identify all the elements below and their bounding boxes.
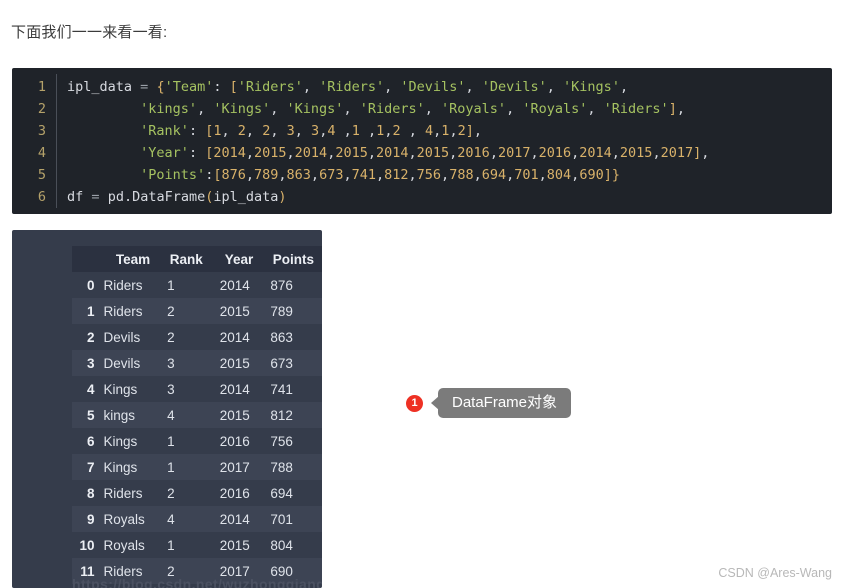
dataframe-table-body: 0 Riders 1 2014 876 1 Riders 2 2015 789 2 Devils 2 20… — [72, 272, 322, 584]
table-cell-team: Riders — [103, 485, 143, 501]
table-header-row: Team Rank Year Points — [72, 246, 322, 272]
table-row: 6 Kings 1 2016 756 — [72, 428, 322, 454]
table-row: 0 Riders 1 2014 876 — [72, 272, 322, 298]
code-line-number: 6 — [37, 189, 46, 205]
table-cell-rank: 4 — [167, 407, 175, 423]
table-cell-rank: 3 — [167, 355, 175, 371]
table-cell-team: Kings — [103, 459, 138, 475]
dataframe-table: Team Rank Year Points 0 Riders 1 2014 876 1 Ri… — [72, 246, 322, 584]
code-line: 'Rank': [1, 2, 2, 3, 3,4 ,1 ,1,2 , 4,1,2… — [140, 123, 482, 139]
code-line-number: 2 — [37, 101, 46, 117]
intro-text: 下面我们一一来看一看: — [11, 24, 168, 41]
table-cell-points: 789 — [270, 303, 293, 319]
code-line: 'Year': [2014,2015,2014,2015,2014,2015,2… — [140, 145, 710, 161]
table-cell-index: 8 — [86, 485, 95, 501]
table-cell-year: 2015 — [219, 407, 250, 423]
code-line: df = pd.DataFrame(ipl_data) — [67, 189, 287, 205]
table-cell-points: 701 — [270, 511, 293, 527]
table-cell-index: 10 — [79, 537, 95, 553]
dataframe-table-head: Team Rank Year Points — [72, 246, 322, 272]
code-content[interactable]: ipl_data = {'Team': ['Riders', 'Riders',… — [57, 68, 832, 214]
table-cell-team: Kings — [103, 433, 138, 449]
table-cell-team: Devils — [103, 329, 141, 345]
column-header-index — [72, 246, 94, 272]
table-cell-year: 2015 — [219, 303, 250, 319]
code-line-numbers: 1 2 3 4 5 6 — [12, 68, 56, 214]
watermark-url: https://blog.csdn.net/wuzhongqiang — [72, 576, 322, 588]
column-header-team: Team — [115, 251, 151, 267]
table-cell-points: 812 — [270, 407, 293, 423]
table-cell-index: 5 — [86, 407, 95, 423]
table-cell-index: 4 — [86, 381, 95, 397]
table-cell-rank: 1 — [167, 277, 175, 293]
table-cell-year: 2017 — [219, 459, 250, 475]
table-cell-rank: 3 — [167, 381, 175, 397]
table-cell-index: 2 — [86, 329, 95, 345]
callout-label: DataFrame对象 — [438, 388, 572, 418]
code-line-number: 3 — [37, 123, 46, 139]
table-cell-year: 2016 — [219, 433, 250, 449]
table-cell-points: 756 — [270, 433, 293, 449]
table-cell-year: 2014 — [219, 277, 250, 293]
table-cell-index: 9 — [86, 511, 95, 527]
table-cell-team: Kings — [103, 381, 138, 397]
table-cell-points: 876 — [270, 277, 293, 293]
table-row: 1 Riders 2 2015 789 — [72, 298, 322, 324]
table-cell-team: Royals — [103, 537, 145, 553]
table-cell-rank: 2 — [167, 329, 175, 345]
code-line-number: 5 — [37, 167, 46, 183]
table-cell-team: Devils — [103, 355, 141, 371]
annotation-callout-1: 1 DataFrame对象 — [406, 388, 572, 418]
table-cell-rank: 1 — [167, 459, 175, 475]
table-cell-points: 741 — [270, 381, 293, 397]
table-row: 8 Riders 2 2016 694 — [72, 480, 322, 506]
column-header-points: Points — [272, 251, 314, 267]
table-cell-points: 863 — [270, 329, 293, 345]
table-cell-rank: 1 — [167, 433, 175, 449]
table-row: 9 Royals 4 2014 701 — [72, 506, 322, 532]
table-cell-points: 694 — [270, 485, 293, 501]
table-cell-index: 1 — [86, 303, 95, 319]
table-row: 4 Kings 3 2014 741 — [72, 376, 322, 402]
code-line-number: 1 — [37, 79, 46, 95]
dataframe-output-panel: Team Rank Year Points 0 Riders 1 2014 876 1 Ri… — [12, 230, 322, 588]
table-cell-rank: 4 — [167, 511, 175, 527]
table-row: 3 Devils 3 2015 673 — [72, 350, 322, 376]
table-cell-points: 673 — [270, 355, 293, 371]
code-line: 'Points':[876,789,863,673,741,812,756,78… — [140, 167, 620, 183]
code-line: ipl_data = {'Team': ['Riders', 'Riders',… — [67, 79, 629, 95]
table-cell-team: Royals — [103, 511, 145, 527]
table-cell-team: Riders — [103, 303, 143, 319]
column-header-rank: Rank — [169, 251, 203, 267]
table-row: 2 Devils 2 2014 863 — [72, 324, 322, 350]
table-cell-team: kings — [103, 407, 135, 423]
table-cell-index: 0 — [86, 277, 95, 293]
table-cell-year: 2014 — [219, 511, 250, 527]
table-cell-rank: 2 — [167, 303, 175, 319]
table-cell-year: 2015 — [219, 355, 250, 371]
table-cell-year: 2015 — [219, 537, 250, 553]
table-cell-rank: 2 — [167, 485, 175, 501]
code-block: 1 2 3 4 5 6 ipl_data = {'Team': ['Riders', 'R… — [12, 68, 832, 214]
table-cell-year: 2014 — [219, 381, 250, 397]
table-cell-index: 7 — [86, 459, 95, 475]
table-cell-team: Riders — [103, 277, 143, 293]
code-line: 'kings', 'Kings', 'Kings', 'Riders', 'Ro… — [140, 101, 685, 117]
table-row: 10 Royals 1 2015 804 — [72, 532, 322, 558]
table-cell-index: 6 — [86, 433, 95, 449]
table-cell-points: 788 — [270, 459, 293, 475]
column-header-year: Year — [224, 251, 254, 267]
table-cell-year: 2016 — [219, 485, 250, 501]
table-row: 7 Kings 1 2017 788 — [72, 454, 322, 480]
table-cell-rank: 1 — [167, 537, 175, 553]
code-line-number: 4 — [37, 145, 46, 161]
callout-number-badge: 1 — [406, 394, 423, 412]
watermark-csdn: CSDN @Ares-Wang — [718, 566, 832, 580]
table-row: 5 kings 4 2015 812 — [72, 402, 322, 428]
table-cell-index: 3 — [86, 355, 95, 371]
table-cell-points: 804 — [270, 537, 293, 553]
table-cell-year: 2014 — [219, 329, 250, 345]
